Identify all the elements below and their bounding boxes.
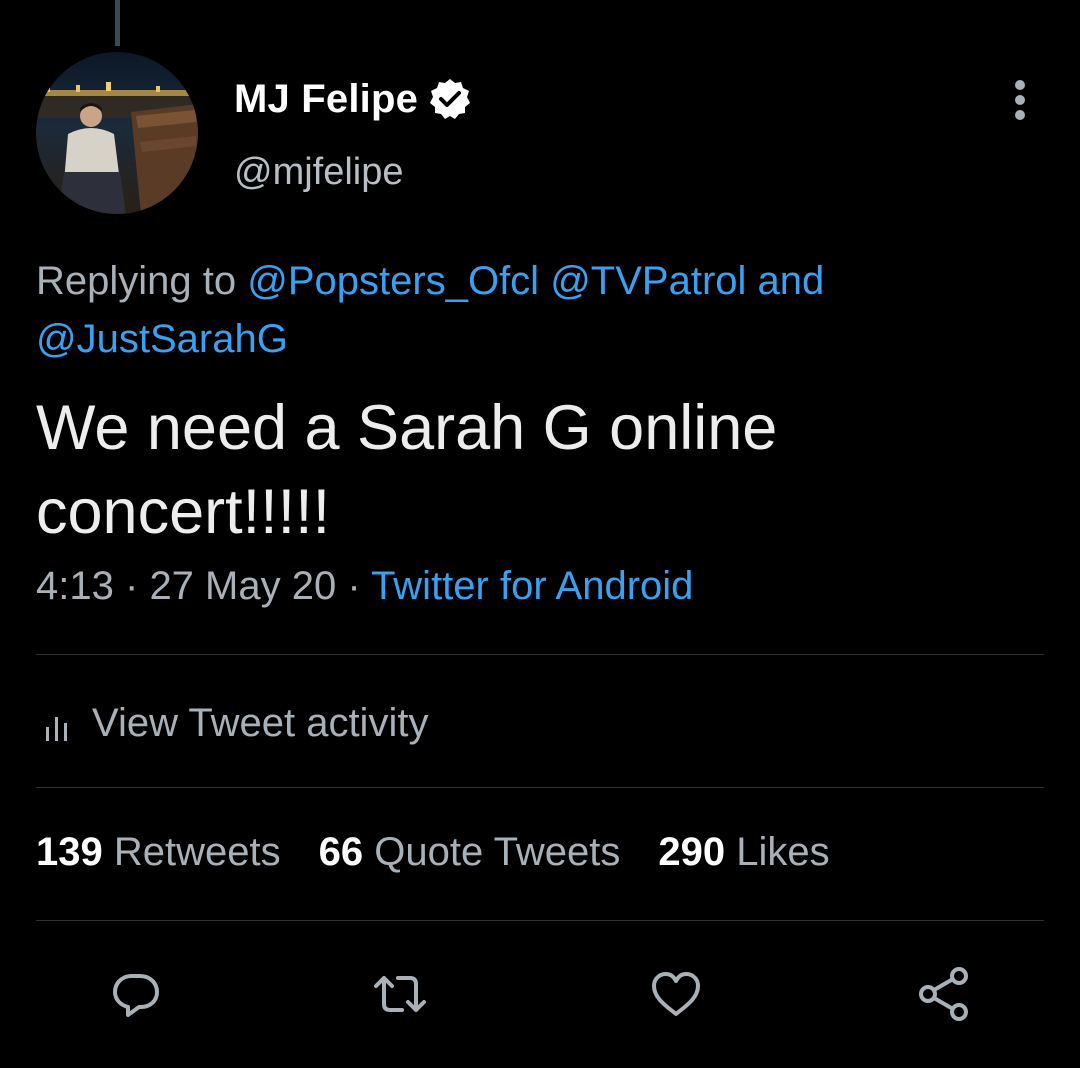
meta-separator: · [124, 564, 139, 608]
likes-label: Likes [736, 830, 830, 874]
mention-joiner[interactable]: and [758, 259, 825, 303]
more-dot [1015, 95, 1025, 105]
reply-bubble-icon [113, 974, 159, 1017]
view-tweet-activity-button[interactable]: View Tweet activity [44, 698, 428, 748]
engagement-stats: 139 Retweets 66 Quote Tweets 290 Likes [36, 830, 868, 875]
quote-tweets-label: Quote Tweets [374, 830, 621, 874]
more-dot [1015, 80, 1025, 90]
retweets-count: 139 [36, 830, 103, 874]
heart-icon [652, 972, 700, 1016]
retweet-button[interactable] [370, 964, 430, 1024]
retweets-stat[interactable]: 139 Retweets [36, 830, 281, 875]
tweet-text: We need a Sarah G online concert!!!!! [36, 393, 778, 547]
author-display-name[interactable]: MJ Felipe [234, 77, 418, 122]
likes-count: 290 [658, 830, 726, 874]
mention-link[interactable]: @TVPatrol [550, 259, 746, 303]
replying-to-prefix: Replying to [36, 259, 237, 303]
retweet-arrows-icon [374, 976, 426, 1012]
divider [36, 920, 1044, 921]
tweet-source-link[interactable]: Twitter for Android [371, 564, 693, 608]
divider [36, 654, 1044, 655]
share-nodes-icon [919, 967, 968, 1021]
analytics-bars-icon [44, 708, 70, 741]
quote-tweets-count: 66 [318, 830, 364, 874]
author-name-row[interactable]: MJ Felipe [234, 76, 472, 122]
like-button[interactable] [646, 964, 706, 1024]
verified-badge-icon [428, 77, 472, 121]
divider [36, 787, 1044, 788]
tweet-time: 4:13 [36, 564, 114, 608]
thread-connector-line [115, 0, 120, 46]
share-button[interactable] [914, 964, 974, 1024]
quote-tweets-stat[interactable]: 66 Quote Tweets [319, 830, 621, 875]
more-dot [1015, 110, 1025, 120]
retweets-label: Retweets [113, 830, 281, 874]
more-options-icon[interactable] [1000, 78, 1040, 122]
replying-to-line: Replying to @Popsters_Ofcl @TVPatrol and… [36, 252, 1036, 368]
meta-separator: · [347, 564, 361, 608]
author-handle[interactable]: @mjfelipe [234, 151, 404, 194]
likes-stat[interactable]: 290 Likes [658, 830, 829, 875]
tweet-date: 27 May 20 [149, 564, 337, 608]
mention-link[interactable]: @Popsters_Ofcl [247, 259, 539, 303]
avatar[interactable] [36, 52, 198, 214]
tweet-metadata: 4:13 · 27 May 20 · Twitter for Android [36, 564, 693, 609]
reply-button[interactable] [106, 964, 166, 1024]
mention-link[interactable]: @JustSarahG [36, 317, 288, 361]
view-tweet-activity-label: View Tweet activity [92, 700, 429, 745]
